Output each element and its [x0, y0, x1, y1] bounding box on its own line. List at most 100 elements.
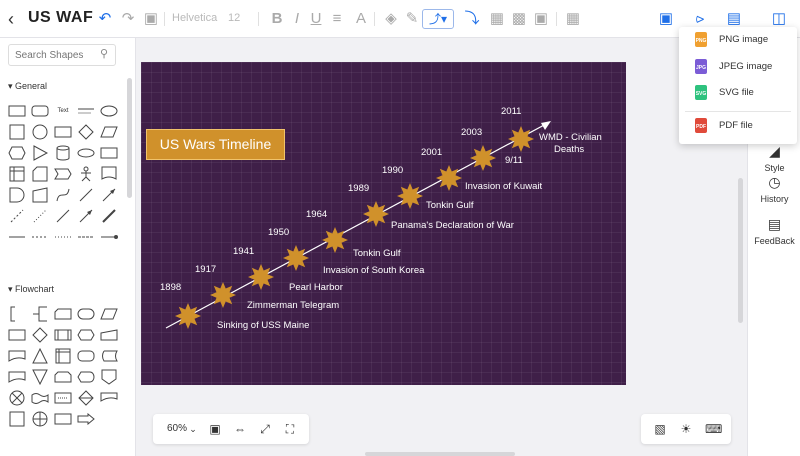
style-panel-button[interactable]: ◢ Style [748, 143, 800, 173]
horizontal-scrollbar[interactable] [365, 452, 515, 456]
timeline-year-1989[interactable]: 1989 [348, 183, 369, 194]
fc-data-shape[interactable] [98, 304, 120, 324]
export-icon[interactable]: ▤ [725, 10, 743, 28]
timeline-year-1990[interactable]: 1990 [382, 165, 403, 176]
fc-arrow-shape[interactable] [75, 409, 97, 429]
export-png-item[interactable]: PNG PNG image [679, 28, 797, 54]
timeline-year-1964[interactable]: 1964 [306, 209, 327, 220]
history-panel-button[interactable]: ◷ History [748, 174, 800, 204]
fc-display-shape[interactable] [75, 367, 97, 387]
fc-direct-data-shape[interactable] [75, 346, 97, 366]
bold-icon[interactable]: B [268, 10, 286, 28]
cylinder-shape[interactable] [52, 143, 74, 163]
section-general[interactable]: ▾ General [8, 81, 47, 92]
italic-icon[interactable]: I [288, 10, 306, 28]
square-shape[interactable] [6, 122, 28, 142]
present-icon[interactable]: ◫ [770, 10, 788, 28]
theme-icon[interactable]: ☀ [679, 422, 693, 436]
keyboard-icon[interactable]: ⌨ [705, 422, 722, 436]
align-icon[interactable]: ≡ [328, 10, 346, 28]
timeline-star-2003[interactable] [470, 145, 496, 171]
document-title[interactable]: US WAF [28, 9, 93, 27]
timeline-title-box[interactable]: US Wars Timeline [146, 129, 285, 160]
connector-style-select[interactable]: ⤴▾ [422, 9, 454, 29]
arrange-icon[interactable]: ▦ [488, 10, 506, 28]
timeline-label-1990[interactable]: Tonkin Gulf [426, 200, 474, 211]
timeline-year-1898[interactable]: 1898 [160, 282, 181, 293]
circle-shape[interactable] [29, 122, 51, 142]
fc-or-shape[interactable] [6, 388, 28, 408]
document-shape[interactable] [98, 164, 120, 184]
timeline-label-1989[interactable]: Panama's Declaration of War [391, 220, 514, 231]
underline-icon[interactable]: U [307, 10, 325, 28]
timeline-label-1898[interactable]: Sinking of USS Maine [217, 320, 309, 331]
fc-predefined-shape[interactable] [52, 325, 74, 345]
timeline-year-1941[interactable]: 1941 [233, 246, 254, 257]
timeline-year-1917[interactable]: 1917 [195, 264, 216, 275]
chevron-down-icon[interactable]: ⌄ [186, 424, 200, 435]
ellipse-shape[interactable] [98, 101, 120, 121]
diagram-canvas[interactable]: 1898 Sinking of USS Maine 1917 Zimmerman Te… [141, 62, 626, 385]
timeline-star-2011[interactable] [508, 126, 534, 152]
font-size-select[interactable]: 12 [228, 12, 240, 24]
section-flowchart[interactable]: ▾ Flowchart [8, 284, 54, 295]
shape-panel-scrollbar[interactable] [127, 78, 132, 198]
internal-storage-shape[interactable] [6, 164, 28, 184]
format-painter-icon[interactable]: ▣ [142, 10, 160, 28]
undo-icon[interactable]: ↶ [96, 10, 114, 28]
diamond-shape[interactable] [75, 122, 97, 142]
triangle-shape[interactable] [29, 143, 51, 163]
tape-shape[interactable] [98, 143, 120, 163]
timeline-star-1941[interactable] [248, 264, 274, 290]
export-svg-item[interactable]: SVG SVG file [679, 81, 797, 107]
manual-input-shape[interactable] [29, 185, 51, 205]
timeline-star-1917[interactable] [210, 282, 236, 308]
heading-shape[interactable] [75, 101, 97, 121]
save-icon[interactable]: ▣ [657, 10, 675, 28]
horizontal-dashed-shape[interactable] [29, 227, 51, 247]
table-icon[interactable]: ▦ [564, 10, 582, 28]
timeline-label-2003[interactable]: 9/11 [505, 155, 523, 166]
step-shape[interactable] [52, 164, 74, 184]
fit-page-icon[interactable]: ▣ [208, 422, 222, 436]
feedback-panel-button[interactable]: ▤ FeedBack [748, 216, 800, 246]
fill-color-icon[interactable]: ◈ [382, 10, 400, 28]
timeline-star-1990[interactable] [397, 183, 423, 209]
arrow-shape[interactable] [98, 185, 120, 205]
fullscreen-icon[interactable]: ⛶ [283, 422, 297, 437]
actor-shape[interactable] [75, 164, 97, 184]
rounded-rectangle-shape[interactable] [29, 101, 51, 121]
horizontal-double-shape[interactable] [75, 227, 97, 247]
fc-extract-shape[interactable] [29, 346, 51, 366]
hexagon-shape[interactable] [6, 143, 28, 163]
fc-dotted-box-shape[interactable] [52, 388, 74, 408]
fc-hexagon-shape[interactable] [75, 325, 97, 345]
line-color-icon[interactable]: ✎ [403, 10, 421, 28]
fc-summing-shape[interactable] [29, 409, 51, 429]
search-icon[interactable]: ⚲ [100, 47, 108, 60]
vertical-scrollbar[interactable] [738, 178, 743, 323]
delay-shape[interactable] [6, 185, 28, 205]
timeline-year-2011[interactable]: 2011 [501, 106, 521, 117]
timeline-label-2001[interactable]: Invasion of Kuwait [465, 181, 542, 192]
curve-shape[interactable] [52, 185, 74, 205]
cloud-shape[interactable] [75, 143, 97, 163]
timeline-year-2003[interactable]: 2003 [461, 127, 482, 138]
timeline-label-1950[interactable]: Invasion of South Korea [323, 265, 425, 276]
timeline-star-2001[interactable] [436, 165, 462, 191]
fc-document-shape[interactable] [6, 346, 28, 366]
fc-offpage-shape[interactable] [98, 367, 120, 387]
bidirectional-arrow-shape[interactable] [75, 185, 97, 205]
bracket-shape[interactable] [6, 304, 28, 324]
share-icon[interactable]: ⪧ [691, 10, 709, 28]
fc-stored-data-shape[interactable] [98, 346, 120, 366]
fc-manual-input-shape[interactable] [98, 325, 120, 345]
back-arrow-icon[interactable]: ‹ [8, 9, 14, 30]
actual-size-icon[interactable]: ⤢ [258, 422, 272, 437]
fc-rect2-shape[interactable] [52, 409, 74, 429]
timeline-label-1964[interactable]: Tonkin Gulf [353, 248, 401, 259]
parallelogram-shape[interactable] [98, 122, 120, 142]
fc-loop-limit-shape[interactable] [52, 367, 74, 387]
timeline-label-1941[interactable]: Pearl Harbor [289, 282, 343, 293]
timeline-star-1964[interactable] [322, 227, 348, 253]
